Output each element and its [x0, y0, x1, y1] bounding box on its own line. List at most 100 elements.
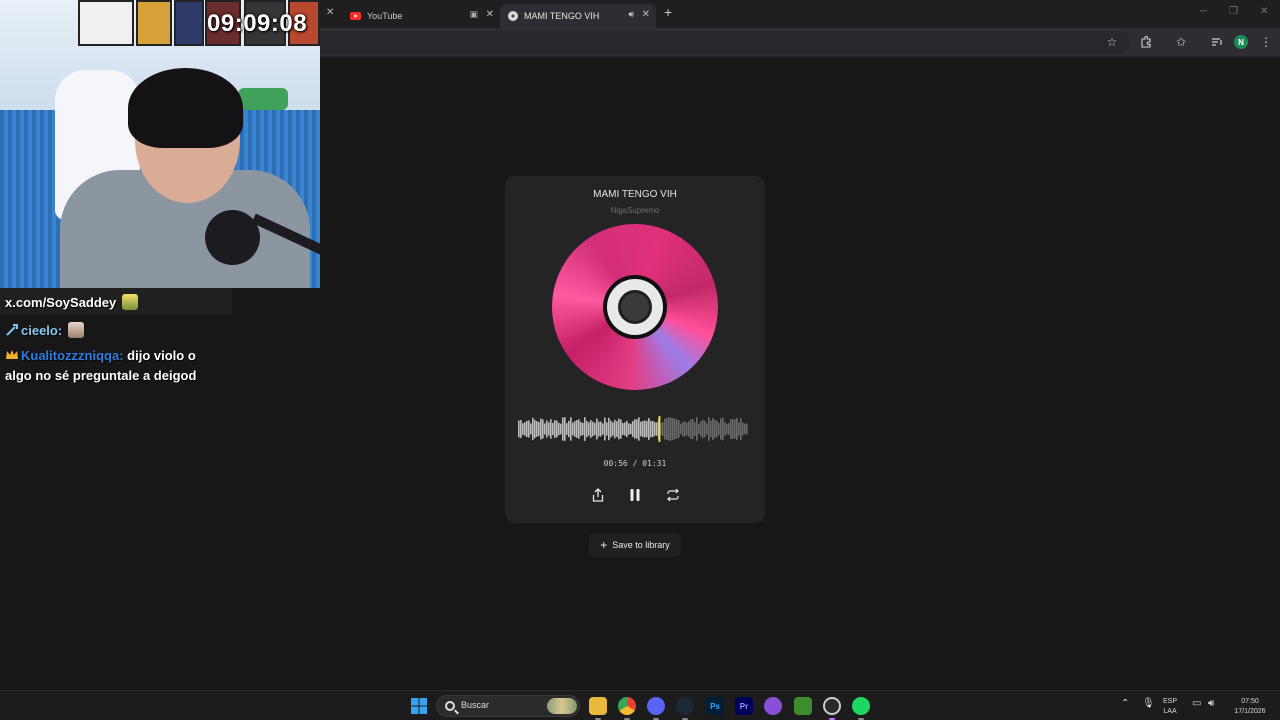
waveform-bar [696, 417, 698, 441]
waveform-bar [698, 423, 700, 435]
waveform-bar [654, 422, 656, 436]
waveform-bar [578, 419, 580, 439]
waveform-bar [518, 420, 520, 438]
music-icon [508, 11, 518, 21]
search-placeholder: Buscar [461, 700, 490, 710]
waveform-bar [722, 417, 724, 441]
tab-label: YouTube [367, 11, 403, 21]
waveform-bar [740, 418, 742, 440]
discord-icon[interactable] [647, 697, 665, 715]
network-icon[interactable]: ▭ [1192, 699, 1201, 709]
disc-hub [618, 290, 652, 324]
chat-username: cieelo: [21, 323, 63, 338]
chat-link: x.com/SoySaddey [5, 295, 117, 310]
windows-start-icon[interactable] [410, 697, 428, 715]
poster [174, 0, 204, 46]
spotify-icon[interactable] [852, 697, 870, 715]
menu-icon[interactable]: ⋮ [1258, 34, 1274, 50]
waveform-bar [534, 419, 536, 439]
waveform-bar [536, 421, 538, 437]
speaker-icon[interactable]: 🔊︎ [628, 9, 634, 20]
waveform-bar [636, 419, 638, 439]
close-icon[interactable]: ✕ [642, 9, 650, 20]
emote-icon [68, 322, 85, 338]
waveform-bar [630, 423, 632, 435]
toolbar-divider [320, 56, 1280, 58]
song-title: MAMI TENGO VIH [593, 189, 677, 200]
playhead[interactable] [658, 416, 661, 442]
close-icon[interactable]: ✕ [486, 9, 494, 20]
waveform-bar [642, 420, 644, 438]
obs-icon[interactable] [823, 697, 841, 715]
picture-in-picture-icon[interactable]: ▣ [469, 9, 478, 20]
waveform-bar [646, 420, 648, 438]
chat-message: Kualitozzzniqqa: dijo violo o [5, 346, 196, 366]
waveform-bar [604, 417, 606, 441]
waveform-bar [612, 422, 614, 436]
search-icon [445, 701, 455, 711]
purple-app-icon[interactable] [764, 697, 782, 715]
minecraft-icon[interactable] [794, 697, 812, 715]
waveform-bar [526, 420, 528, 438]
microphone-icon[interactable]: 🎙︎ [1142, 699, 1155, 709]
waveform-bar [596, 418, 598, 440]
address-bar[interactable]: ☆ [320, 31, 1130, 53]
waveform-bar [664, 418, 666, 440]
language-code: ESP [1163, 698, 1178, 705]
maximize-button[interactable]: ❐ [1229, 6, 1238, 17]
waveform-bar [734, 419, 736, 439]
waveform-bar [732, 419, 734, 439]
close-window-button[interactable]: ✕ [1260, 6, 1268, 17]
waveform-bar [644, 420, 646, 438]
new-tab-button[interactable]: + [664, 4, 672, 20]
close-icon[interactable]: ✕ [326, 7, 334, 18]
waveform-bar [738, 422, 740, 436]
song-artist: NigaSupremo [610, 206, 660, 215]
minimize-button[interactable]: ─ [1200, 6, 1207, 17]
waveform-scrubber[interactable] [518, 416, 748, 442]
waveform-bar [600, 421, 602, 437]
share-button[interactable] [590, 487, 606, 503]
waveform-bar [602, 423, 604, 435]
stream-clock: 09:09:08 [207, 10, 308, 37]
tab-mami-tengo-vih[interactable]: MAMI TENGO VIH 🔊︎ ✕ [500, 4, 656, 28]
waveform-bar [670, 417, 672, 441]
steam-icon[interactable] [676, 697, 694, 715]
keyboard-layout: LAA [1163, 708, 1177, 715]
extensions-icon[interactable] [1138, 34, 1154, 50]
file-explorer-icon[interactable] [589, 697, 607, 715]
waveform-bar [712, 417, 714, 441]
save-to-library-button[interactable]: + Save to library [589, 533, 681, 557]
pause-button[interactable] [627, 487, 643, 503]
language-indicator[interactable]: ESP LAA [1163, 697, 1177, 717]
chat-message: x.com/SoySaddey [5, 293, 139, 313]
chevron-up-icon[interactable]: ⌃ [1121, 699, 1129, 709]
waveform-bar [714, 419, 716, 439]
repeat-button[interactable] [665, 487, 681, 503]
elapsed-time: 00:56 [603, 459, 628, 468]
taskbar-search[interactable]: Buscar [436, 695, 580, 717]
system-clock[interactable]: 07:50 17/1/2026 [1228, 697, 1272, 717]
volume-icon[interactable]: 🔊︎ [1208, 699, 1214, 709]
photoshop-icon[interactable]: Ps [706, 697, 724, 715]
tab-youtube[interactable]: YouTube ▣ ✕ [342, 4, 500, 28]
bookmark-star-icon[interactable]: ☆ [1104, 34, 1120, 50]
poster [136, 0, 172, 46]
waveform-bar [692, 418, 694, 440]
waveform-bar [570, 417, 572, 441]
share-icon [592, 488, 604, 502]
waveform-bar [618, 418, 620, 440]
waveform-bar [674, 418, 676, 440]
media-controls-icon[interactable] [1209, 34, 1225, 50]
favorites-icon[interactable]: ✩ [1173, 34, 1189, 50]
chrome-icon[interactable] [618, 697, 636, 715]
waveform-bar [680, 423, 682, 435]
premiere-icon[interactable]: Pr [735, 697, 753, 715]
waveform-bar [620, 419, 622, 439]
waveform-bar [616, 421, 618, 437]
profile-avatar[interactable]: N [1234, 35, 1248, 49]
waveform-bar [648, 418, 650, 440]
waveform-bar [656, 422, 658, 436]
waveform-bar [638, 417, 640, 441]
waveform-bar [540, 418, 542, 440]
